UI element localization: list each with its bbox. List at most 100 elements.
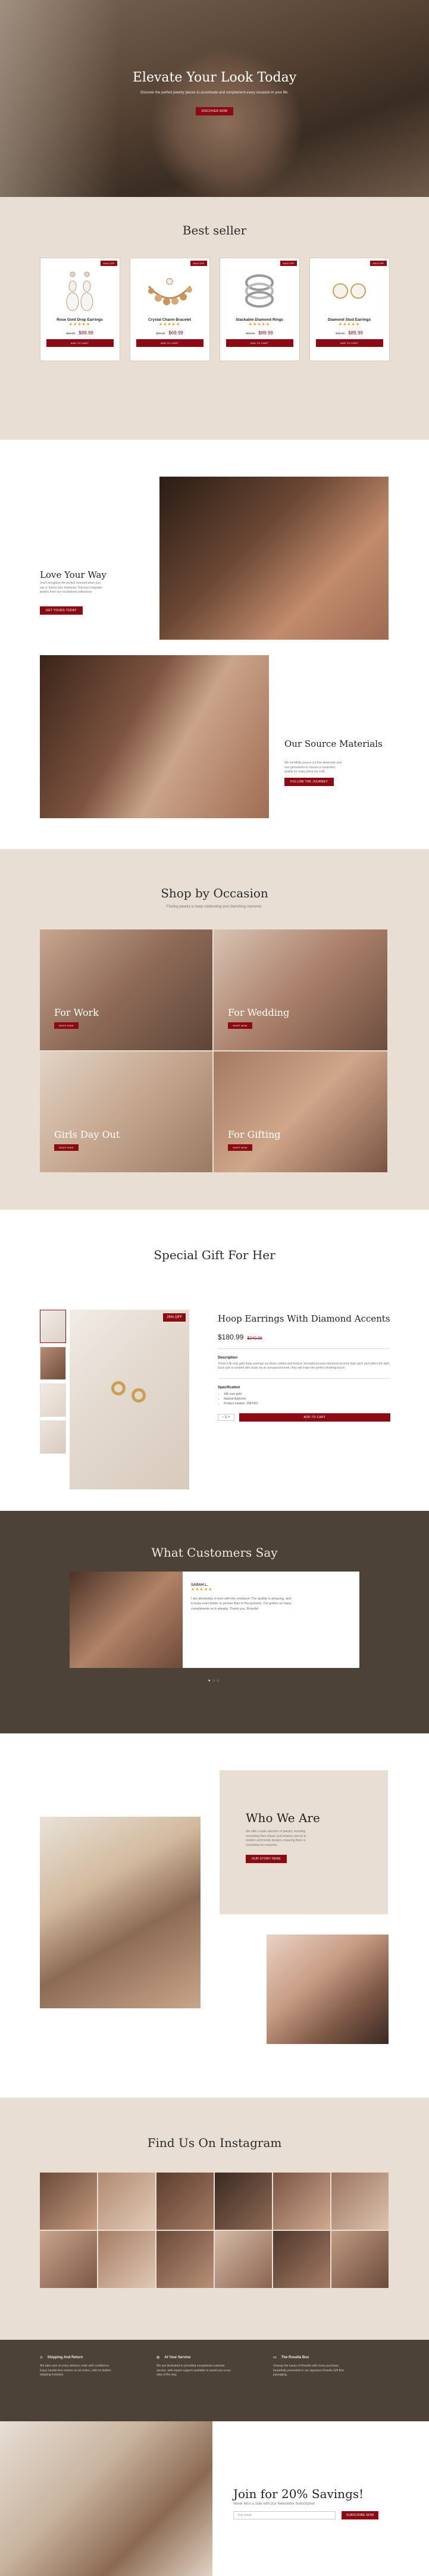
service-title: Shipping And Return xyxy=(47,2356,83,2359)
instagram-photo[interactable] xyxy=(40,2173,97,2230)
woman-ring-photo xyxy=(267,1935,389,2044)
gift-main-image: 25% OFF xyxy=(70,1310,189,1489)
sale-badge: SALE OFF xyxy=(190,261,207,266)
instagram-photo[interactable] xyxy=(273,2231,330,2288)
product-image xyxy=(226,268,293,314)
testimonials-section: What Customers Say SARAH L. ★★★★★ I am a… xyxy=(0,1511,429,1733)
instagram-photo[interactable] xyxy=(98,2231,155,2288)
product-card[interactable]: SALE OFF Rose Gold Drop Earrings ★★★★★ $… xyxy=(39,258,120,361)
shop-now-button[interactable]: Shop Now xyxy=(228,1022,252,1029)
service-item: ◎ At Your Service We are dedicated to pro… xyxy=(156,2355,273,2421)
product-card[interactable]: SALE OFF Crystal Charm Bracelet ★★★★★ $8… xyxy=(129,258,210,361)
service-text: We are dedicated to providing exceptiona… xyxy=(156,2364,231,2377)
add-to-cart-button[interactable]: Add to Cart xyxy=(226,339,293,347)
instagram-photo[interactable] xyxy=(331,2173,389,2230)
who-title: Who We Are xyxy=(246,1811,320,1825)
spec-item: Product number: 2587301 xyxy=(224,1401,390,1406)
specification-heading: Specification xyxy=(218,1385,240,1389)
spec-item: 14k rose gold xyxy=(224,1392,390,1397)
add-to-cart-button[interactable]: Add to Cart xyxy=(46,339,114,347)
get-yours-today-button[interactable]: Get Yours Today xyxy=(40,606,83,615)
source-materials-title: Our Source Materials xyxy=(284,738,383,749)
instagram-title: Find Us On Instagram xyxy=(147,2136,282,2150)
gift-product-name: Hoop Earrings With Diamond Accents xyxy=(218,1313,390,1324)
old-price: $99.00 xyxy=(66,332,76,336)
shop-now-button[interactable]: Shop Now xyxy=(54,1022,79,1029)
instagram-photo[interactable] xyxy=(156,2173,214,2230)
add-to-cart-button[interactable]: Add to Cart xyxy=(315,339,383,347)
source-materials-text: We mindfully source our fine diamonds an… xyxy=(284,761,342,774)
newsletter-photo xyxy=(0,2421,212,2576)
thumbnail-list xyxy=(40,1310,66,1457)
discover-now-button[interactable]: Discover Now xyxy=(195,107,234,115)
product-name[interactable]: Diamond Stud Earrings xyxy=(316,318,383,322)
sale-price: $89.99 xyxy=(79,330,93,336)
who-text: We offer a wide selection of jewelry, in… xyxy=(246,1830,306,1847)
hero-subtitle: Discover the perfect jewelry pieces to a… xyxy=(140,91,289,95)
instagram-photo[interactable] xyxy=(215,2231,272,2288)
occasion-card-work[interactable]: For Work Shop Now xyxy=(40,929,212,1050)
shipping-icon: ◇ xyxy=(40,2356,43,2359)
instagram-photo[interactable] xyxy=(331,2231,389,2288)
who-we-are-section: Who We Are We offer a wide selection of … xyxy=(0,1733,429,2098)
instagram-photo[interactable] xyxy=(215,2173,272,2230)
occasion-subtitle: Finding jewelry to keep celebrating and … xyxy=(166,905,263,909)
occasion-label: Girls Day Out xyxy=(54,1129,120,1140)
service-item: ▭ The Rosella Box Unwrap the luxury of Ro… xyxy=(273,2355,390,2421)
old-price: $99.00 xyxy=(246,332,255,336)
love-your-way-section: Love Your Way You'll recognize the perfe… xyxy=(0,440,429,849)
couple-photo xyxy=(40,1817,201,2008)
rating-stars: ★★★★★ xyxy=(191,1588,213,1592)
occasion-label: For Wedding xyxy=(228,1007,290,1018)
hero-banner: Elevate Your Look Today Discover the per… xyxy=(0,0,429,197)
occasion-title: Shop by Occasion xyxy=(161,886,268,900)
occasion-label: For Gifting xyxy=(228,1129,281,1140)
description-text: These 14k rose gold hoop earrings are fi… xyxy=(218,1361,390,1370)
shop-now-button[interactable]: Shop Now xyxy=(228,1144,252,1151)
shop-now-button[interactable]: Shop Now xyxy=(54,1144,79,1151)
email-field[interactable]: Your email xyxy=(233,2511,336,2519)
add-to-cart-button[interactable]: Add to Cart xyxy=(136,339,203,347)
sale-price: $89.99 xyxy=(348,330,363,336)
quantity-stepper[interactable]: − 1 + xyxy=(218,1413,234,1421)
newsletter-title: Join for 20% Savings! xyxy=(233,2487,364,2501)
instagram-photo[interactable] xyxy=(156,2231,214,2288)
our-story-button[interactable]: Our Story Here xyxy=(246,1855,287,1863)
rating-stars: ★★★★★ xyxy=(158,323,181,327)
product-thumbnail[interactable] xyxy=(40,1384,66,1417)
instagram-photo[interactable] xyxy=(40,2231,97,2288)
product-thumbnail[interactable] xyxy=(40,1347,66,1380)
sale-badge: SALE OFF xyxy=(101,261,117,266)
service-text: We take care of every delivery order wit… xyxy=(40,2364,111,2377)
product-image xyxy=(316,268,383,314)
support-icon: ◎ xyxy=(156,2356,160,2359)
hoop-earring-right xyxy=(131,1388,146,1403)
service-title: The Rosella Box xyxy=(281,2356,309,2359)
instagram-photo[interactable] xyxy=(98,2173,155,2230)
gift-price: $180.99 xyxy=(218,1332,244,1341)
product-image xyxy=(46,268,114,314)
product-card[interactable]: SALE OFF Diamond Stud Earrings ★★★★★ $99… xyxy=(309,258,390,361)
spec-item: Natural diamond xyxy=(224,1397,390,1401)
product-name[interactable]: Rose Gold Drop Earrings xyxy=(46,318,114,322)
product-card[interactable]: SALE OFF Stackable Diamond Rings ★★★★★ $… xyxy=(219,258,300,361)
product-thumbnail[interactable] xyxy=(40,1420,66,1454)
shop-by-occasion-section: Shop by Occasion Finding jewelry to keep… xyxy=(0,849,429,1210)
occasion-card-girls-day-out[interactable]: Girls Day Out Shop Now xyxy=(40,1051,212,1172)
instagram-grid xyxy=(40,2173,389,2288)
occasion-card-gifting[interactable]: For Gifting Shop Now xyxy=(214,1051,387,1172)
add-to-cart-button[interactable]: Add to Cart xyxy=(239,1413,390,1422)
jeweler-tweezers-photo xyxy=(40,655,269,818)
old-price: $99.00 xyxy=(336,332,345,336)
product-name[interactable]: Crystal Charm Bracelet xyxy=(136,318,203,322)
product-name[interactable]: Stackable Diamond Rings xyxy=(226,318,293,322)
special-gift-section: Special Gift For Her 25% OFF Hoop Earrin… xyxy=(0,1210,429,1511)
instagram-photo[interactable] xyxy=(273,2173,330,2230)
subscribe-button[interactable]: Subscribe Now xyxy=(342,2511,379,2519)
rating-stars: ★★★★★ xyxy=(68,323,91,327)
occasion-card-wedding[interactable]: For Wedding Shop Now xyxy=(214,929,387,1050)
testimonial-quote: I am absolutely in love with the necklac… xyxy=(191,1597,292,1611)
follow-journey-button[interactable]: Follow the Journey xyxy=(284,778,334,786)
carousel-dots[interactable]: ●○○ xyxy=(0,1679,429,1683)
product-thumbnail[interactable] xyxy=(40,1310,66,1343)
